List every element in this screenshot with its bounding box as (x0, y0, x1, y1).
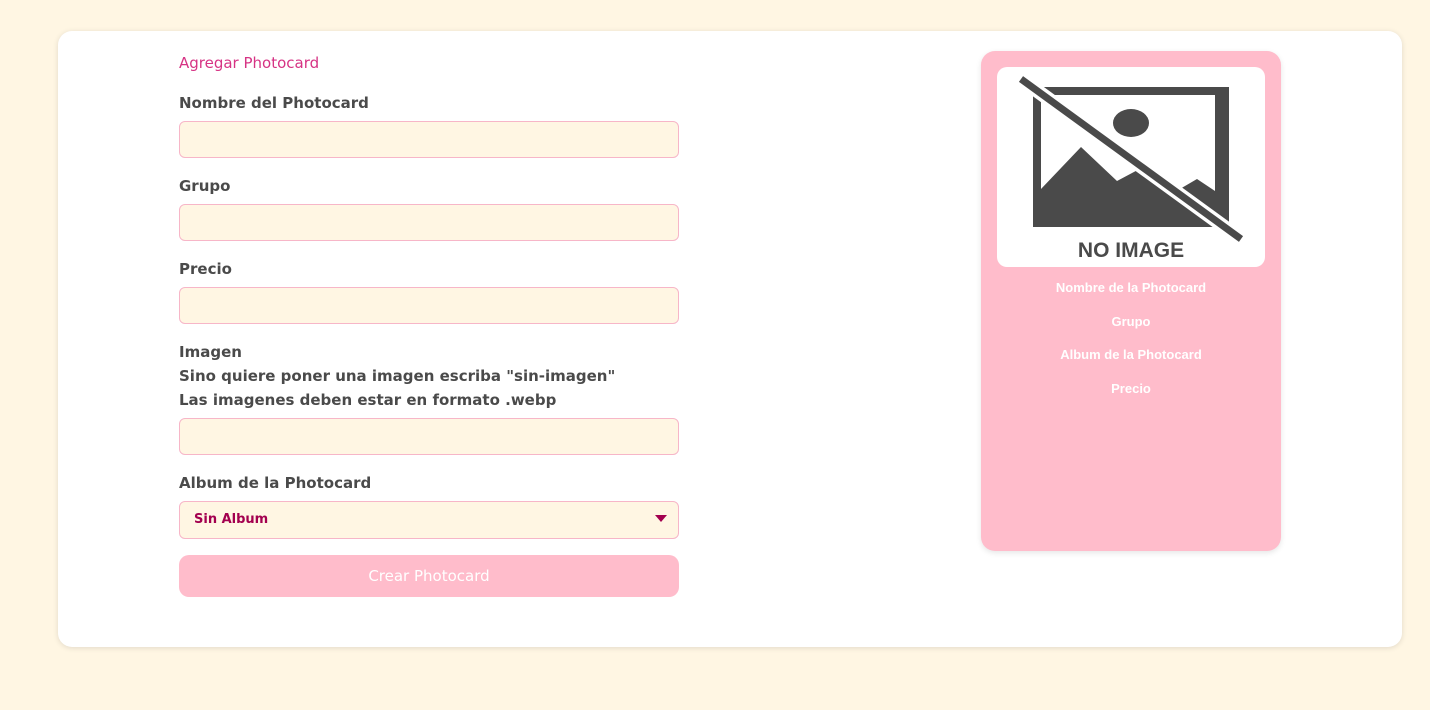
preview-image: NO IMAGE (997, 67, 1265, 267)
album-label: Album de la Photocard (179, 474, 372, 492)
group-label: Grupo (179, 177, 231, 195)
preview-group: Grupo (1111, 314, 1151, 329)
preview-name: Nombre de la Photocard (1055, 280, 1207, 295)
no-image-icon: NO IMAGE (1016, 73, 1246, 262)
no-image-text: NO IMAGE (1078, 239, 1184, 262)
price-input[interactable] (179, 287, 679, 324)
name-label: Nombre del Photocard (179, 94, 369, 112)
image-label-title: Imagen (179, 343, 242, 361)
album-select[interactable]: Sin Album (179, 501, 679, 539)
price-label: Precio (179, 260, 232, 278)
image-label-format: Las imagenes deben estar en formato .web… (179, 391, 557, 409)
group-input[interactable] (179, 204, 679, 241)
preview-album: Album de la Photocard (1060, 347, 1202, 362)
form-title: Agregar Photocard (179, 54, 320, 72)
photocard-preview: NO IMAGE Nombre de la Photocard Grupo Al… (981, 51, 1281, 551)
preview-price: Precio (1111, 381, 1151, 396)
image-label-hint: Sino quiere poner una imagen escriba "si… (179, 367, 616, 385)
main-card: Agregar Photocard Nombre del Photocard G… (58, 31, 1402, 647)
caret-down-icon (655, 515, 667, 522)
image-input[interactable] (179, 418, 679, 455)
name-input[interactable] (179, 121, 679, 158)
album-selected-value: Sin Album (194, 512, 269, 527)
create-photocard-button[interactable]: Crear Photocard (179, 555, 679, 597)
image-label: Imagen Sino quiere poner una imagen escr… (179, 340, 615, 412)
